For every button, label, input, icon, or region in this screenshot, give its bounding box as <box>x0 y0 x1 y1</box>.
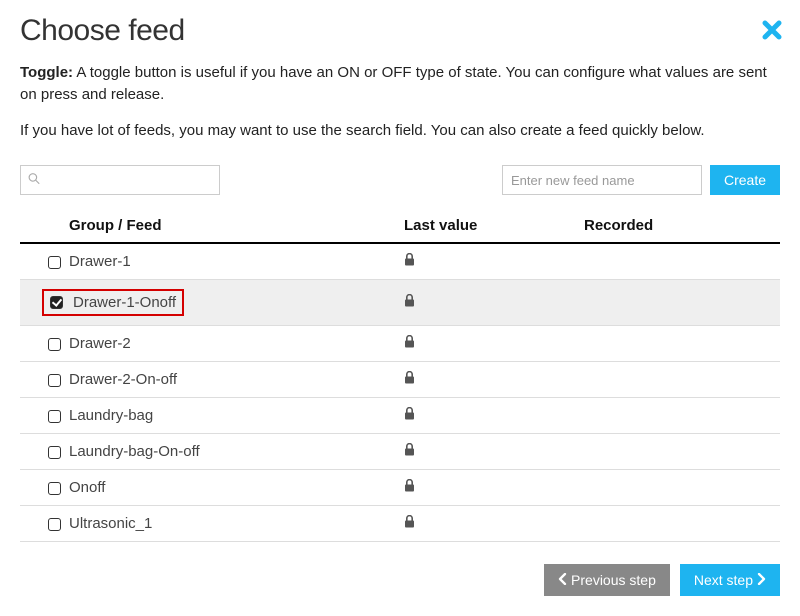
recorded-cell <box>580 326 780 362</box>
feed-checkbox[interactable] <box>48 410 61 423</box>
next-step-label: Next step <box>694 572 753 588</box>
feed-checkbox[interactable] <box>48 446 61 459</box>
lock-icon <box>404 445 415 459</box>
feed-checkbox[interactable] <box>48 482 61 495</box>
lock-icon <box>404 373 415 387</box>
chevron-right-icon <box>757 573 766 588</box>
recorded-cell <box>580 243 780 280</box>
lock-icon <box>404 296 415 310</box>
description-text: Toggle: A toggle button is useful if you… <box>20 62 780 106</box>
lock-icon <box>404 409 415 423</box>
table-row[interactable]: Ultrasonic_1 <box>20 506 780 542</box>
table-row[interactable]: Laundry-bag-On-off <box>20 434 780 470</box>
feed-checkbox[interactable] <box>48 518 61 531</box>
table-row[interactable]: Drawer-2 <box>20 326 780 362</box>
table-row[interactable]: Onoff <box>20 470 780 506</box>
feed-name-label: Drawer-1-Onoff <box>73 294 176 311</box>
previous-step-button[interactable]: Previous step <box>544 564 670 596</box>
lock-icon <box>404 255 415 269</box>
search-input[interactable] <box>20 165 220 195</box>
col-recorded-header: Recorded <box>580 211 780 243</box>
col-name-header: Group / Feed <box>65 211 400 243</box>
feed-name-label: Drawer-2-On-off <box>65 362 400 398</box>
table-row[interactable]: Drawer-2-On-off <box>20 362 780 398</box>
recorded-cell <box>580 362 780 398</box>
feeds-table: Group / Feed Last value Recorded Drawer-… <box>20 211 780 542</box>
recorded-cell <box>580 280 780 326</box>
feed-checkbox[interactable] <box>50 296 63 309</box>
feed-checkbox[interactable] <box>48 256 61 269</box>
lock-icon <box>404 481 415 495</box>
recorded-cell <box>580 470 780 506</box>
recorded-cell <box>580 506 780 542</box>
hint-text: If you have lot of feeds, you may want t… <box>20 120 780 142</box>
next-step-button[interactable]: Next step <box>680 564 780 596</box>
close-icon[interactable] <box>762 18 782 44</box>
new-feed-input[interactable] <box>502 165 702 195</box>
table-row[interactable]: Drawer-1 <box>20 243 780 280</box>
feed-checkbox[interactable] <box>48 374 61 387</box>
table-row[interactable]: Drawer-1-Onoff <box>20 280 780 326</box>
feed-name-label: Ultrasonic_1 <box>65 506 400 542</box>
highlight-annotation: Drawer-1-Onoff <box>42 289 184 316</box>
chevron-left-icon <box>558 573 567 588</box>
feed-checkbox[interactable] <box>48 338 61 351</box>
recorded-cell <box>580 398 780 434</box>
feed-name-label: Onoff <box>65 470 400 506</box>
search-box <box>20 165 220 195</box>
previous-step-label: Previous step <box>571 572 656 588</box>
description-bold: Toggle: <box>20 64 73 81</box>
col-checkbox-header <box>20 211 65 243</box>
lock-icon <box>404 337 415 351</box>
page-title: Choose feed <box>20 14 780 48</box>
feed-name-label: Drawer-2 <box>65 326 400 362</box>
create-button[interactable]: Create <box>710 165 780 195</box>
table-row[interactable]: Laundry-bag <box>20 398 780 434</box>
feed-name-label: Laundry-bag-On-off <box>65 434 400 470</box>
recorded-cell <box>580 434 780 470</box>
feed-name-label: Drawer-1 <box>65 243 400 280</box>
lock-icon <box>404 517 415 531</box>
feed-name-label: Laundry-bag <box>65 398 400 434</box>
col-last-value-header: Last value <box>400 211 580 243</box>
search-icon <box>28 173 40 188</box>
